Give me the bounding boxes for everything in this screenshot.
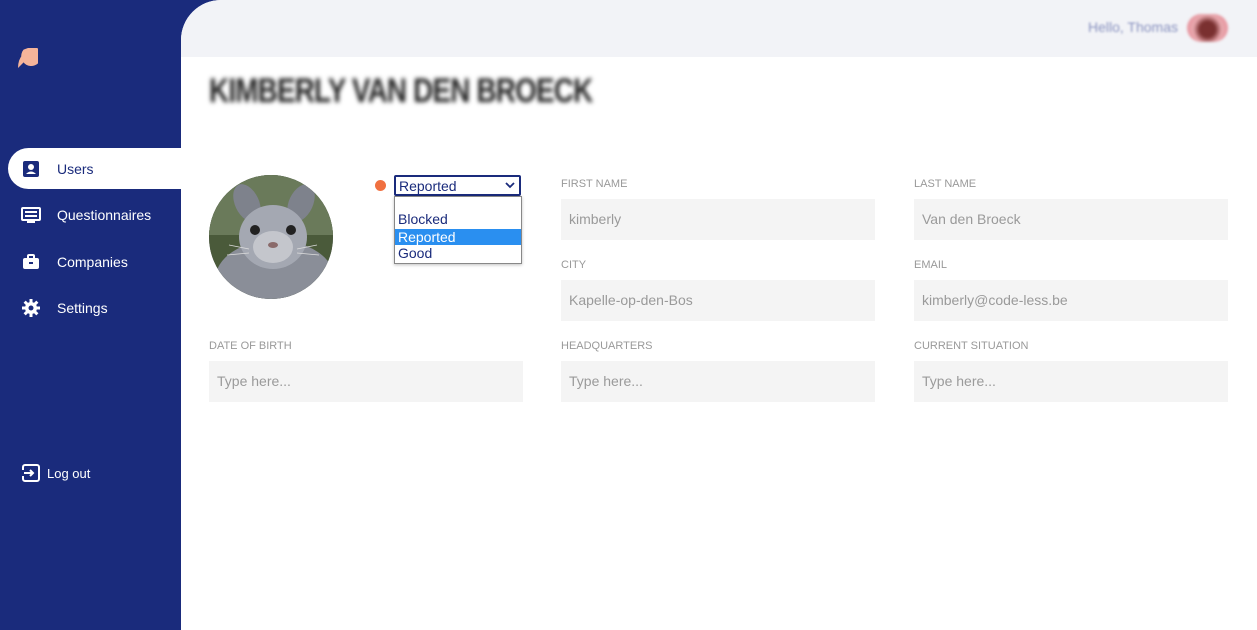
status-option-reported[interactable]: Reported [395, 229, 521, 245]
sidebar-item-label: Companies [57, 253, 128, 270]
status-option-blocked[interactable]: Blocked [395, 211, 521, 227]
greeting: Hello, Thomas [1087, 19, 1178, 35]
date-of-birth-label: DATE OF BIRTH [209, 340, 292, 352]
briefcase-icon [21, 252, 41, 272]
headquarters-label: HEADQUARTERS [561, 340, 653, 352]
main-content: Hello, Thomas KIMBERLY VAN DEN BROECK Re… [181, 0, 1257, 630]
sidebar-item-users[interactable]: Users [8, 148, 181, 189]
top-bar: Hello, Thomas [181, 0, 1257, 57]
status-selected-value: Reported [399, 178, 457, 194]
profile-avatar [209, 175, 333, 299]
logo-icon [18, 48, 38, 68]
status-select[interactable]: Reported [394, 175, 521, 196]
logout-icon [22, 464, 40, 482]
current-situation-label: CURRENT SITUATION [914, 340, 1029, 352]
user-avatar[interactable] [1187, 14, 1228, 42]
sidebar-item-companies[interactable]: Companies [8, 241, 181, 282]
sidebar-item-questionnaires[interactable]: Questionnaires [8, 194, 181, 235]
status-dot [375, 180, 386, 191]
list-icon [21, 205, 41, 225]
page-title: KIMBERLY VAN DEN BROECK [209, 72, 593, 110]
chevron-down-icon [505, 182, 515, 189]
status-option-good[interactable]: Good [395, 245, 521, 261]
date-of-birth-field[interactable]: Type here... [209, 361, 523, 402]
last-name-label: LAST NAME [914, 178, 977, 190]
logout-label: Log out [47, 465, 91, 481]
headquarters-field[interactable]: Type here... [561, 361, 875, 402]
sidebar-item-settings[interactable]: Settings [8, 287, 181, 328]
email-label: EMAIL [914, 259, 948, 271]
logout-button[interactable]: Log out [22, 464, 90, 482]
city-field[interactable]: Kapelle-op-den-Bos [561, 280, 875, 321]
sidebar-item-label: Users [57, 160, 94, 177]
status-dropdown: Blocked Reported Good [394, 196, 522, 264]
sidebar-item-label: Questionnaires [57, 206, 152, 223]
sidebar-item-label: Settings [57, 299, 108, 316]
first-name-label: FIRST NAME [561, 178, 628, 190]
email-field[interactable]: kimberly@code-less.be [914, 280, 1228, 321]
user-badge-icon [21, 159, 41, 179]
gear-icon [21, 298, 41, 318]
sidebar: Users Questionnaires Companies Settings … [0, 0, 181, 630]
last-name-field[interactable]: Van den Broeck [914, 199, 1228, 240]
city-label: CITY [561, 259, 587, 271]
first-name-field[interactable]: kimberly [561, 199, 875, 240]
current-situation-field[interactable]: Type here... [914, 361, 1228, 402]
